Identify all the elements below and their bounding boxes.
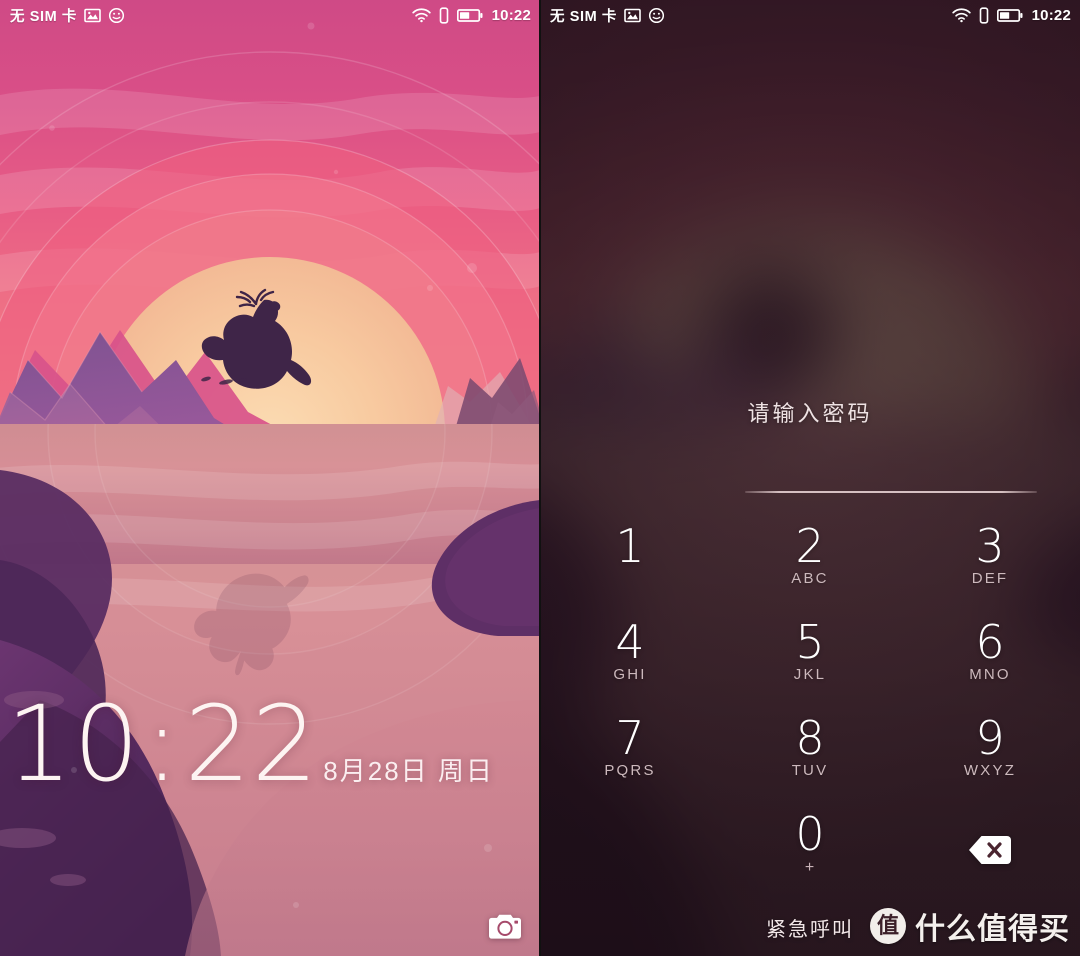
key-5[interactable]: 5 JKL (720, 616, 900, 712)
numeric-keypad: 1 2 ABC 3 DEF 4 GHI 5 JKL 6 MNO 7 PQRS 8… (540, 520, 1080, 904)
wifi-icon (411, 7, 431, 23)
emoji-icon (648, 7, 665, 24)
key-6-digit: 6 (975, 615, 1005, 669)
key-2-letters: ABC (791, 570, 829, 587)
key-8-digit: 8 (795, 711, 825, 765)
sim-status-text-2: 无 SIM 卡 (550, 8, 618, 25)
key-5-letters: JKL (793, 666, 827, 683)
key-0-digit: 0 (795, 807, 825, 861)
key-2[interactable]: 2 ABC (720, 520, 900, 616)
status-bar-right: 无 SIM 卡 10:22 (540, 0, 1080, 30)
key-1[interactable]: 1 (540, 520, 720, 616)
image-icon (624, 7, 641, 24)
battery-icon (456, 8, 483, 23)
key-3-letters: DEF (971, 570, 1009, 587)
key-backspace[interactable] (900, 808, 1080, 904)
keypad-row-4: 0 + (540, 808, 1080, 904)
key-8-letters: TUV (791, 762, 829, 779)
sim-status-text: 无 SIM 卡 (10, 8, 78, 25)
status-right-group: 10:22 (411, 6, 531, 24)
key-4-digit: 4 (615, 615, 645, 669)
key-7-letters: PQRS (604, 762, 656, 779)
keypad-row-1: 1 2 ABC 3 DEF (540, 520, 1080, 616)
wifi-icon (951, 7, 971, 23)
key-4-letters: GHI (613, 666, 647, 683)
password-prompt-title: 请输入密码 (747, 401, 873, 426)
key-6[interactable]: 6 MNO (900, 616, 1080, 712)
status-bar-left: 无 SIM 卡 10:22 (0, 0, 540, 30)
keypad-row-2: 4 GHI 5 JKL 6 MNO (540, 616, 1080, 712)
key-1-digit: 1 (615, 519, 645, 573)
key-9-digit: 9 (975, 711, 1005, 765)
emoji-icon (108, 7, 125, 24)
key-0-letters: + (804, 859, 816, 876)
key-6-letters: MNO (969, 666, 1011, 683)
lockscreen-panel: 无 SIM 卡 10:22 10:22 8月28日 周日 (0, 0, 540, 956)
password-input-underline (745, 491, 1037, 493)
key-0[interactable]: 0 + (720, 808, 900, 904)
key-7[interactable]: 7 PQRS (540, 712, 720, 808)
vibrate-icon (438, 6, 450, 24)
camera-shortcut-button[interactable] (488, 913, 522, 940)
status-clock-2: 10:22 (1031, 6, 1071, 24)
key-3[interactable]: 3 DEF (900, 520, 1080, 616)
keypad-row-3: 7 PQRS 8 TUV 9 WXYZ (540, 712, 1080, 808)
wallpaper-illustration (0, 0, 540, 956)
status-left-group-2: 无 SIM 卡 (550, 5, 665, 26)
emergency-call-button[interactable]: 紧急呼叫 (540, 913, 1080, 942)
vibrate-icon (978, 6, 990, 24)
key-8[interactable]: 8 TUV (720, 712, 900, 808)
image-icon (84, 7, 101, 24)
key-3-digit: 3 (975, 519, 1005, 573)
status-right-group-2: 10:22 (951, 6, 1071, 24)
key-4[interactable]: 4 GHI (540, 616, 720, 712)
password-panel: 无 SIM 卡 10:22 请输入密码 1 2 ABC 3 DEF 4 GHI … (540, 0, 1080, 956)
key-5-digit: 5 (795, 615, 825, 669)
screenshot-root: 无 SIM 卡 10:22 10:22 8月28日 周日 无 SIM 卡 10:… (0, 0, 1080, 956)
backspace-icon (969, 836, 1011, 864)
battery-icon (996, 8, 1023, 23)
camera-icon (489, 914, 521, 939)
key-9-letters: WXYZ (963, 762, 1017, 779)
password-input[interactable] (745, 487, 1037, 507)
status-clock: 10:22 (491, 6, 531, 24)
panel-divider (539, 0, 541, 956)
key-2-digit: 2 (795, 519, 825, 573)
key-empty (540, 808, 720, 904)
key-9[interactable]: 9 WXYZ (900, 712, 1080, 808)
key-7-digit: 7 (615, 711, 645, 765)
status-left-group: 无 SIM 卡 (10, 5, 125, 26)
